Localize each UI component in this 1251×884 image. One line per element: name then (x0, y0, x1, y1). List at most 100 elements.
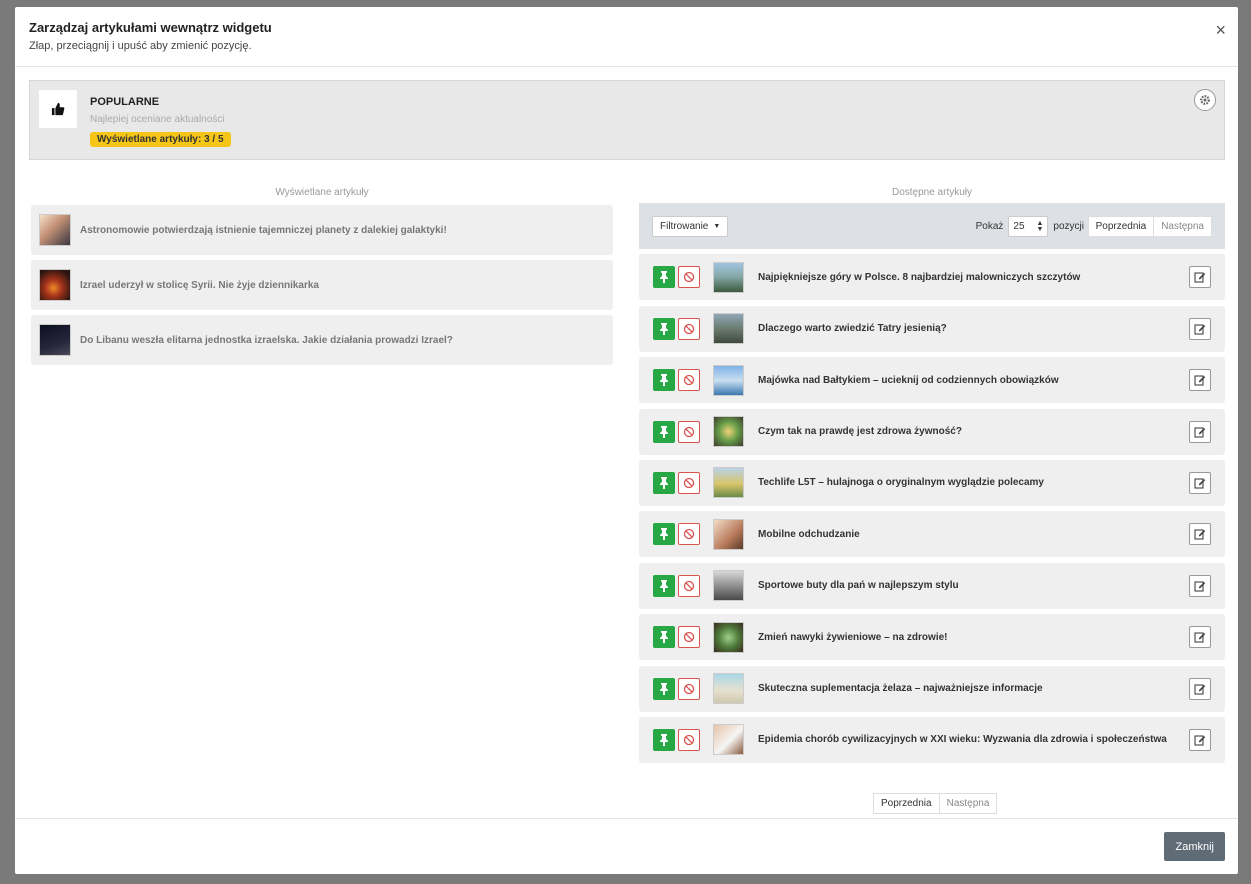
edit-icon (1194, 581, 1206, 592)
article-row[interactable]: Skuteczna suplementacja żelaza – najważn… (639, 665, 1225, 712)
edit-icon (1194, 427, 1206, 438)
list-item[interactable]: Izrael uderzył w stolicę Syrii. Nie żyje… (31, 260, 613, 310)
pin-button[interactable] (653, 420, 675, 443)
prev-page-button[interactable]: Poprzednia (1087, 216, 1155, 237)
pin-button[interactable] (653, 471, 675, 494)
pin-icon (660, 476, 668, 489)
edit-button[interactable] (1189, 420, 1211, 443)
pin-button[interactable] (653, 369, 675, 392)
exclude-button[interactable] (678, 266, 700, 289)
article-row[interactable]: Dlaczego warto zwiedzić Tatry jesienią? (639, 305, 1225, 352)
exclude-button[interactable] (678, 523, 700, 546)
widget-description: Najlepiej oceniane aktualności (90, 114, 225, 125)
pin-icon (660, 271, 668, 284)
edit-button[interactable] (1189, 574, 1211, 597)
article-thumbnail (713, 724, 744, 756)
pin-icon (660, 631, 668, 644)
article-title: Mobilne odchudzanie (758, 528, 860, 540)
edit-icon (1194, 632, 1206, 643)
edit-button[interactable] (1189, 369, 1211, 392)
gear-icon[interactable] (1194, 89, 1216, 111)
article-row[interactable]: Czym tak na prawdę jest zdrowa żywność? (639, 408, 1225, 455)
exclude-button[interactable] (678, 677, 700, 700)
pin-icon (660, 322, 668, 335)
exclude-button[interactable] (678, 369, 700, 392)
edit-button[interactable] (1189, 626, 1211, 649)
available-articles-list: Najpiękniejsze góry w Polsce. 8 najbardz… (639, 254, 1225, 763)
edit-icon (1194, 529, 1206, 540)
close-icon[interactable]: × (1215, 21, 1226, 39)
article-title: Izrael uderzył w stolicę Syrii. Nie żyje… (80, 279, 319, 291)
list-item[interactable]: Astronomowie potwierdzają istnienie taje… (31, 205, 613, 255)
ban-icon (683, 529, 695, 540)
prev-page-button[interactable]: Poprzednia (873, 793, 940, 814)
pin-button[interactable] (653, 728, 675, 751)
ban-icon (683, 272, 695, 283)
article-title: Skuteczna suplementacja żelaza – najważn… (758, 683, 1043, 695)
top-pagination: Poprzednia Następna (1087, 216, 1212, 237)
article-row[interactable]: Epidemia chorób cywilizacyjnych w XXI wi… (639, 716, 1225, 763)
exclude-button[interactable] (678, 420, 700, 443)
article-title: Dlaczego warto zwiedzić Tatry jesienią? (758, 323, 947, 335)
ban-icon (683, 477, 695, 489)
show-label: Pokaż (975, 221, 1004, 232)
article-thumbnail (713, 313, 744, 345)
edit-button[interactable] (1189, 266, 1211, 289)
pin-button[interactable] (653, 523, 675, 546)
positions-label: pozycji (1053, 221, 1084, 232)
caret-down-icon: ▼ (713, 223, 721, 230)
widget-info-box: POPULARNE Najlepiej oceniane aktualności… (29, 80, 1225, 160)
displayed-count-badge: Wyświetlane artykuły: 3 / 5 (90, 132, 231, 147)
page-size-select[interactable]: 25 ▲ ▼ (1008, 216, 1049, 237)
article-row[interactable]: Techlife L5T – hulajnoga o oryginalnym w… (639, 459, 1225, 506)
edit-button[interactable] (1189, 728, 1211, 751)
pin-icon (660, 682, 668, 695)
exclude-button[interactable] (678, 626, 700, 649)
article-row[interactable]: Sportowe buty dla pań w najlepszym stylu (639, 562, 1225, 609)
article-thumbnail (39, 269, 71, 301)
updown-icon: ▲ ▼ (1036, 219, 1044, 233)
filter-dropdown[interactable]: Filtrowanie ▼ (652, 216, 729, 237)
article-row[interactable]: Najpiękniejsze góry w Polsce. 8 najbardz… (639, 254, 1225, 301)
article-row[interactable]: Zmień nawyki żywieniowe – na zdrowie! (639, 614, 1225, 661)
list-item[interactable]: Do Libanu weszła elitarna jednostka izra… (31, 315, 613, 365)
edit-button[interactable] (1189, 523, 1211, 546)
ban-icon (683, 631, 695, 643)
ban-icon (683, 683, 695, 694)
exclude-button[interactable] (678, 574, 700, 597)
close-button[interactable]: Zamknij (1164, 832, 1225, 861)
available-articles-title: Dostępne artykuły (891, 187, 973, 198)
edit-button[interactable] (1189, 677, 1211, 700)
pin-button[interactable] (653, 317, 675, 340)
article-title: Do Libanu weszła elitarna jednostka izra… (80, 334, 453, 346)
edit-icon (1194, 272, 1206, 283)
article-title: Najpiękniejsze góry w Polsce. 8 najbardz… (758, 271, 1081, 283)
pin-button[interactable] (653, 626, 675, 649)
exclude-button[interactable] (678, 471, 700, 494)
pin-icon (660, 528, 668, 541)
exclude-button[interactable] (678, 317, 700, 340)
article-thumbnail (713, 570, 744, 602)
article-thumbnail (39, 324, 71, 356)
displayed-articles-title: Wyświetlane artykuły (275, 187, 369, 198)
edit-button[interactable] (1189, 471, 1211, 494)
article-title: Majówka nad Bałtykiem – ucieknij od codz… (758, 374, 1059, 386)
pin-button[interactable] (653, 266, 675, 289)
edit-icon (1194, 478, 1206, 489)
article-row[interactable]: Mobilne odchudzanie (639, 511, 1225, 558)
edit-button[interactable] (1189, 317, 1211, 340)
article-thumbnail (713, 673, 744, 705)
next-page-button[interactable]: Następna (939, 793, 998, 814)
article-row[interactable]: Majówka nad Bałtykiem – ucieknij od codz… (639, 357, 1225, 404)
pin-icon (660, 733, 668, 746)
widget-name: POPULARNE (90, 96, 160, 108)
next-page-button[interactable]: Następna (1154, 216, 1212, 237)
article-thumbnail (713, 261, 744, 293)
pin-button[interactable] (653, 677, 675, 700)
edit-icon (1194, 683, 1206, 695)
exclude-button[interactable] (678, 728, 700, 751)
article-thumbnail (39, 214, 71, 246)
article-title: Zmień nawyki żywieniowe – na zdrowie! (758, 631, 948, 643)
pin-button[interactable] (653, 574, 675, 597)
page-size-value: 25 (1013, 221, 1025, 232)
